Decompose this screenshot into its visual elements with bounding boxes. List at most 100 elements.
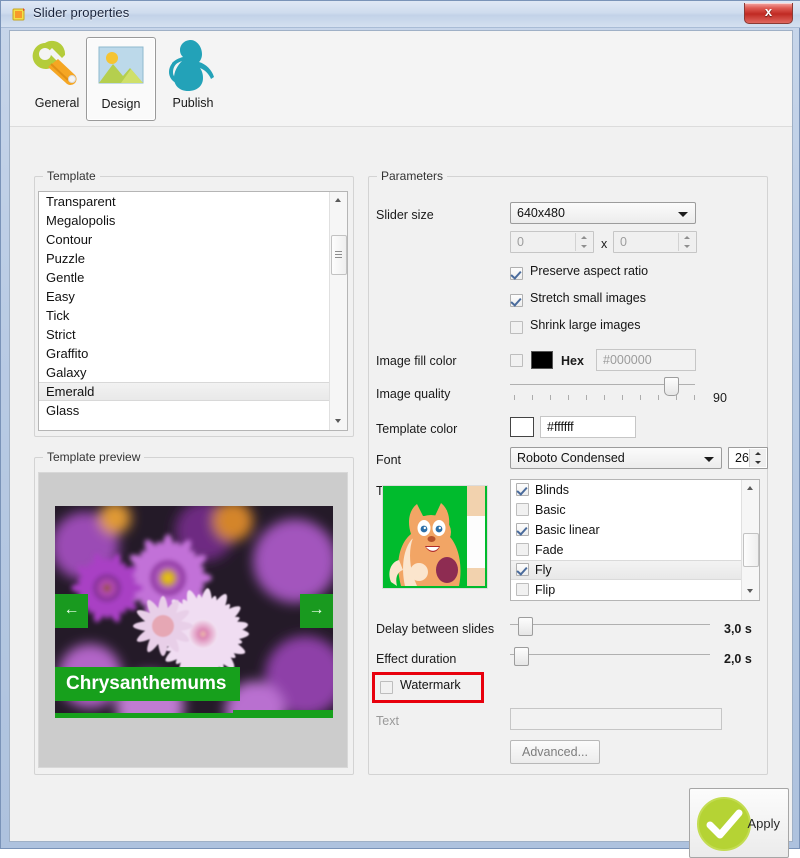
effect-duration-label: Effect duration bbox=[376, 652, 456, 666]
list-item[interactable]: Strict bbox=[39, 325, 330, 344]
list-item[interactable]: Puzzle bbox=[39, 249, 330, 268]
preview-next-button[interactable]: → bbox=[300, 594, 333, 628]
apply-button[interactable]: Apply bbox=[689, 788, 789, 858]
image-fill-hex-input[interactable]: #000000 bbox=[596, 349, 696, 371]
slider-thumb[interactable] bbox=[518, 617, 533, 636]
slider-height-spinner[interactable]: 0 bbox=[613, 231, 697, 253]
scroll-up-icon[interactable] bbox=[742, 480, 759, 497]
effect-item[interactable]: Fade bbox=[511, 540, 742, 560]
apply-button-label: Apply bbox=[747, 816, 780, 831]
effect-checkbox[interactable] bbox=[516, 503, 529, 516]
effects-scrollbar[interactable] bbox=[741, 480, 759, 600]
spinner-buttons[interactable] bbox=[575, 233, 592, 251]
shrink-large-images-checkbox[interactable] bbox=[510, 321, 523, 334]
effect-item[interactable]: Blinds bbox=[511, 480, 742, 500]
slider-size-combo[interactable]: 640x480 bbox=[510, 202, 696, 224]
arrow-right-icon: → bbox=[300, 602, 333, 618]
template-color-swatch[interactable] bbox=[510, 417, 534, 437]
preview-stage: ← → Chrysanthemums bbox=[55, 506, 333, 718]
spinner-buttons[interactable] bbox=[678, 233, 695, 251]
effect-item[interactable]: Flip bbox=[511, 580, 742, 600]
slider-size-label: Slider size bbox=[376, 208, 434, 222]
advanced-button[interactable]: Advanced... bbox=[510, 740, 600, 764]
slider-thumb[interactable] bbox=[664, 377, 679, 396]
effect-duration-slider[interactable] bbox=[510, 646, 710, 664]
template-color-hex-input[interactable]: #ffffff bbox=[540, 416, 636, 438]
delay-between-slides-slider[interactable] bbox=[510, 616, 710, 634]
font-size-spinner[interactable]: 26 bbox=[728, 447, 768, 469]
transition-effects-listbox[interactable]: Blinds Basic Basic linear Fade bbox=[510, 479, 760, 601]
list-item[interactable]: Graffito bbox=[39, 344, 330, 363]
effect-checkbox[interactable] bbox=[516, 583, 529, 596]
list-item[interactable]: Gentle bbox=[39, 268, 330, 287]
effect-item-selected[interactable]: Fly bbox=[511, 560, 742, 580]
watermark-label: Watermark bbox=[400, 678, 461, 692]
list-item[interactable]: Easy bbox=[39, 287, 330, 306]
parameters-group: Parameters Slider size 640x480 0 x 0 Pre… bbox=[368, 169, 768, 775]
scroll-down-icon[interactable] bbox=[330, 413, 347, 430]
template-listbox[interactable]: Transparent Megalopolis Contour Puzzle G… bbox=[38, 191, 348, 431]
list-item[interactable]: Galaxy bbox=[39, 363, 330, 382]
spinner-buttons[interactable] bbox=[749, 449, 766, 467]
chevron-down-icon bbox=[678, 212, 688, 217]
list-item-selected[interactable]: Emerald bbox=[39, 382, 330, 401]
tab-publish[interactable]: Publish bbox=[158, 37, 228, 121]
slider-thumb[interactable] bbox=[514, 647, 529, 666]
effect-label: Flip bbox=[535, 583, 555, 597]
stretch-small-images-checkbox[interactable] bbox=[510, 294, 523, 307]
slider-track bbox=[510, 624, 710, 625]
preview-group-title: Template preview bbox=[43, 450, 144, 464]
preview-group: Template preview bbox=[34, 450, 354, 775]
effect-item[interactable]: Basic linear bbox=[511, 520, 742, 540]
tab-design-label: Design bbox=[87, 97, 155, 111]
title-bar: Slider properties x bbox=[1, 1, 800, 28]
preview-caption: Chrysanthemums bbox=[55, 667, 240, 701]
list-item[interactable]: Megalopolis bbox=[39, 211, 330, 230]
effect-label: Blinds bbox=[535, 483, 569, 497]
scroll-down-icon[interactable] bbox=[742, 583, 759, 600]
dialog-window: Slider properties x General bbox=[0, 0, 800, 849]
image-fill-hex-value: #000000 bbox=[603, 353, 652, 367]
close-button[interactable]: x bbox=[744, 3, 793, 24]
font-label: Font bbox=[376, 453, 401, 467]
preview-prev-button[interactable]: ← bbox=[55, 594, 88, 628]
check-circle-icon bbox=[695, 795, 753, 853]
tab-general-label: General bbox=[22, 96, 92, 110]
scroll-up-icon[interactable] bbox=[330, 192, 347, 209]
image-quality-slider[interactable] bbox=[510, 376, 695, 394]
image-fill-color-checkbox[interactable] bbox=[510, 354, 523, 367]
font-combo[interactable]: Roboto Condensed bbox=[510, 447, 722, 469]
effect-label: Basic bbox=[535, 503, 566, 517]
effect-checkbox[interactable] bbox=[516, 563, 529, 576]
arrow-left-icon: ← bbox=[55, 602, 88, 618]
grip-icon bbox=[335, 251, 342, 259]
template-scrollbar[interactable] bbox=[329, 192, 347, 430]
effect-checkbox[interactable] bbox=[516, 543, 529, 556]
image-quality-ticks bbox=[514, 395, 694, 401]
image-fill-color-swatch[interactable] bbox=[531, 351, 553, 369]
watermark-text-input[interactable] bbox=[510, 708, 722, 730]
effect-checkbox[interactable] bbox=[516, 523, 529, 536]
slider-height-value: 0 bbox=[620, 235, 627, 249]
cat-illustration bbox=[383, 486, 485, 586]
parameters-group-title: Parameters bbox=[377, 169, 447, 183]
hex-label: Hex bbox=[561, 354, 584, 368]
list-item[interactable]: Transparent bbox=[39, 192, 330, 211]
publish-figure-icon bbox=[158, 37, 228, 95]
delay-between-slides-label: Delay between slides bbox=[376, 622, 494, 636]
scrollbar-thumb[interactable] bbox=[331, 235, 347, 275]
scrollbar-thumb[interactable] bbox=[743, 533, 759, 567]
size-separator: x bbox=[601, 237, 607, 251]
list-item[interactable]: Contour bbox=[39, 230, 330, 249]
watermark-checkbox[interactable] bbox=[380, 681, 393, 694]
effect-item[interactable]: Basic bbox=[511, 500, 742, 520]
effect-checkbox[interactable] bbox=[516, 483, 529, 496]
slider-width-spinner[interactable]: 0 bbox=[510, 231, 594, 253]
effect-label: Fly bbox=[535, 563, 552, 577]
list-item[interactable]: Tick bbox=[39, 306, 330, 325]
tab-design[interactable]: Design bbox=[86, 37, 156, 121]
preserve-aspect-ratio-checkbox[interactable] bbox=[510, 267, 523, 280]
list-item[interactable]: Glass bbox=[39, 401, 330, 420]
effects-list-items: Blinds Basic Basic linear Fade bbox=[511, 480, 742, 600]
tab-general[interactable]: General bbox=[22, 37, 92, 121]
